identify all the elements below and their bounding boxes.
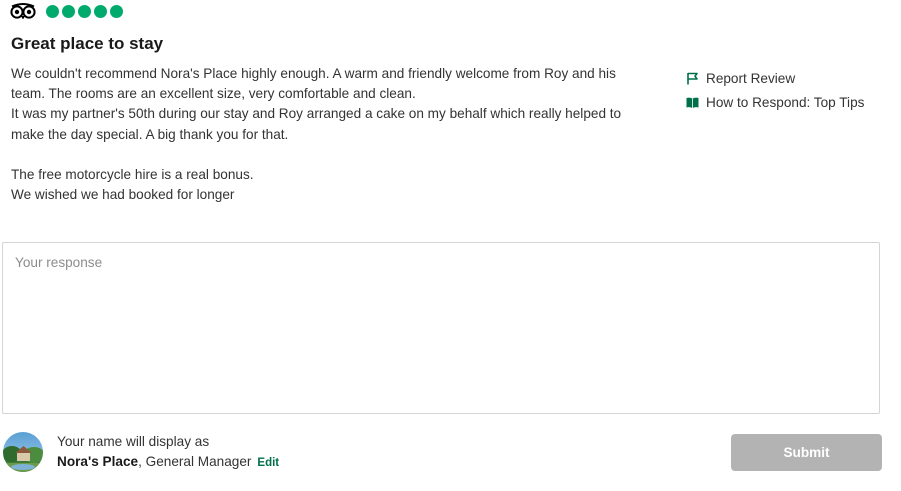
tripadvisor-owl-icon — [10, 3, 36, 19]
avatar — [3, 432, 43, 472]
review-body-line — [11, 145, 681, 165]
author-name: Nora's Place — [57, 454, 139, 469]
edit-name-link[interactable]: Edit — [257, 457, 279, 469]
report-review-label: Report Review — [706, 70, 796, 86]
review-response-page: Great place to stay We couldn't recommen… — [0, 0, 901, 491]
rating-bubble — [46, 4, 59, 18]
review-body-line: team. The rooms are an excellent size, v… — [11, 86, 416, 102]
rating-bubbles — [46, 4, 123, 18]
rating-row — [10, 2, 123, 20]
review-body-line: We wished we had booked for longer — [11, 187, 235, 203]
name-display-info: Your name will display as Nora's Place, … — [57, 434, 279, 474]
review-body-line: It was my partner's 50th during our stay… — [11, 106, 622, 122]
display-name-line: Nora's Place, General Manager Edit — [57, 454, 279, 474]
rating-bubble — [78, 4, 91, 18]
rating-bubble — [62, 4, 75, 18]
rating-bubble — [94, 4, 107, 18]
rating-bubble — [110, 4, 123, 18]
book-icon — [686, 96, 699, 109]
response-input[interactable] — [2, 242, 880, 414]
side-links: Report Review How to Respond: Top Tips — [686, 66, 864, 114]
review-body-line: make the day special. A big thank you fo… — [11, 126, 289, 142]
review-body-line: We couldn't recommend Nora's Place highl… — [11, 66, 616, 81]
top-tips-link[interactable]: How to Respond: Top Tips — [686, 90, 864, 114]
review-title: Great place to stay — [11, 34, 164, 53]
author-role: , General Manager — [138, 454, 252, 469]
flag-icon — [686, 72, 699, 85]
review-body-line: The free motorcycle hire is a real bonus… — [11, 166, 254, 182]
top-tips-label: How to Respond: Top Tips — [706, 94, 865, 110]
submit-button[interactable]: Submit — [731, 434, 882, 471]
report-review-link[interactable]: Report Review — [686, 66, 864, 90]
display-name-prefix: Your name will display as — [57, 434, 210, 449]
review-body: We couldn't recommend Nora's Place highl… — [11, 64, 681, 205]
